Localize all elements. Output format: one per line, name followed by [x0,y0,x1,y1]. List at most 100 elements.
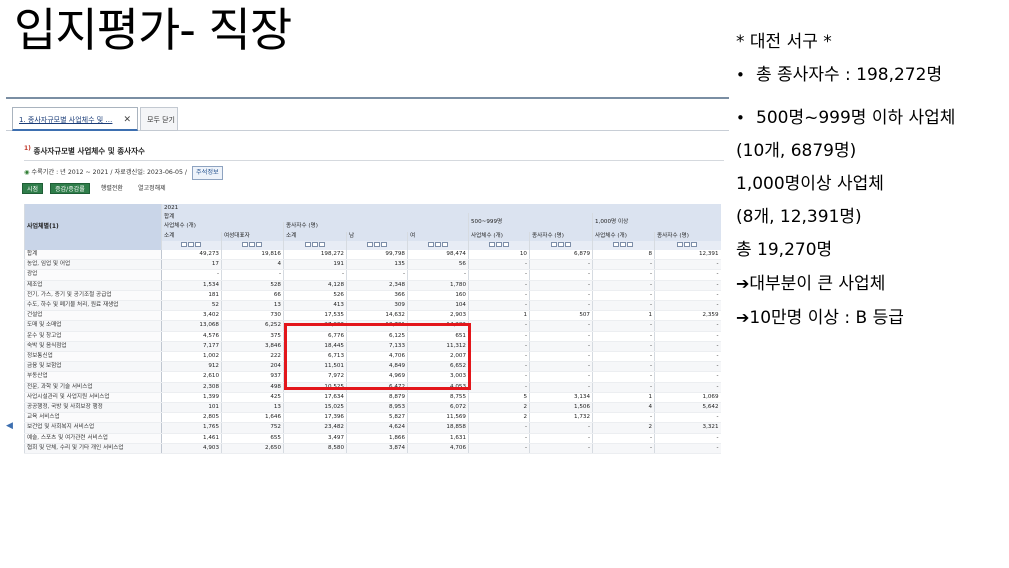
table-cell: 526 [283,290,347,302]
close-icon[interactable]: ✕ [123,108,131,132]
table-cell: 135 [346,259,408,271]
notes-conclusion: ➔대부분이 큰 사업체 [736,274,886,294]
table-cell: 8,953 [346,402,408,414]
sort-toggle-icon[interactable] [373,241,380,247]
sort-toggle-icon[interactable] [434,241,441,247]
table-cell: 5 [468,392,530,404]
sort-toggle-icon[interactable] [557,241,564,247]
sort-toggle-icon[interactable] [488,241,495,247]
table-cell: 1,780 [407,280,469,291]
table-cell: - [529,259,593,271]
table-row: 공공행정, 국방 및 사회보장 행정 101 13 15,025 8,953 6,072 2… [24,402,721,414]
worker-count-header: 종사자수 (명) [283,222,469,232]
column-sort-controls[interactable] [221,240,284,251]
sort-toggle-icon[interactable] [441,241,448,247]
table-cell: - [468,341,530,353]
column-sort-controls[interactable] [468,240,530,251]
sort-toggle-icon[interactable] [495,241,502,247]
column-sort-controls[interactable] [592,240,655,251]
table-cell: - [592,290,655,302]
sort-toggle-icon[interactable] [550,241,557,247]
table-cell: 2 [468,402,530,414]
sort-toggle-icon[interactable] [380,241,387,247]
table-cell: 4,706 [407,443,469,455]
table-cell: - [653,412,721,424]
info-icon: ◉ [24,169,30,176]
sort-toggle-icon[interactable] [311,241,318,247]
table-cell: 3,321 [653,422,721,434]
table-cell: 17,535 [283,310,347,322]
table-cell: 507 [529,310,593,322]
sort-toggle-icon[interactable] [677,241,684,247]
sort-toggle-icon[interactable] [427,241,434,247]
scroll-left-icon[interactable]: ◀ [6,421,13,431]
sort-toggle-icon[interactable] [620,241,626,247]
table-cell: - [529,290,593,302]
notes-grade: ➔10만명 이상 : B 등급 [736,308,904,328]
table-cell: 413 [283,300,347,312]
row-label: 정보통신업 [24,351,162,363]
table-cell: - [529,443,593,455]
table-row: 전기, 가스, 증기 및 공기조절 공급업 181 66 526 366 160- - - - [24,290,721,302]
sort-toggle-icon[interactable] [564,241,571,247]
slide-title: 입지평가- 직장 [14,3,292,57]
group-1000-plus-header: 1,000명 이상 [591,213,721,232]
row-dimension-header[interactable]: 사업체별(1) [24,204,162,251]
swap-rows-columns-button[interactable]: 행렬전환 [97,183,127,194]
sort-toggle-icon[interactable] [256,241,262,247]
table-cell: 204 [221,361,284,373]
table-cell: 2,805 [161,412,222,424]
sort-toggle-icon[interactable] [242,241,248,247]
table-cell: 13 [221,402,284,414]
sort-toggle-icon[interactable] [502,241,509,247]
sort-toggle-icon[interactable] [195,241,201,247]
table-cell: 498 [221,382,284,393]
tab-stats-table[interactable]: 1. 종사자규모별 사업체수 및 … ✕ [12,107,138,131]
sort-toggle-icon[interactable] [627,241,633,247]
column-sort-controls[interactable] [283,240,347,251]
sort-toggle-icon[interactable] [318,241,325,247]
table-cell: 101 [161,402,222,414]
table-cell: 5,642 [653,402,721,414]
table-row: 농업, 임업 및 어업 17 4 191 135 56- - - - [24,259,721,271]
row-label: 전문, 과학 및 기술 서비스업 [24,382,162,393]
sort-toggle-icon[interactable] [249,241,255,247]
embedded-stats-screenshot: 1. 종사자규모별 사업체수 및 … ✕ 모두 닫기 1) 종사자규모별 사업체… [6,97,729,489]
table-cell: - [529,280,593,291]
table-row: 사업시설관리 및 사업지원 서비스업 1,399 425 17,634 8,879 8,7… [24,392,721,404]
note-info-button[interactable]: 주석정보 [191,166,223,180]
table-cell: 160 [407,290,469,302]
col-biz-count: 사업체수 (개) [592,231,655,241]
col-worker-count: 종사자수 (명) [529,231,593,241]
table-cell: - [592,443,655,455]
close-all-tabs-button[interactable]: 모두 닫기 [140,107,178,131]
table-row: 광업 - - - - - - - - - [24,269,721,281]
sort-toggle-icon[interactable] [684,241,691,247]
table-cell: - [592,361,655,373]
column-sort-controls[interactable] [653,240,721,251]
unfreeze-columns-button[interactable]: 열고정해제 [134,183,170,194]
table-cell: 3,497 [283,433,347,444]
column-sort-controls[interactable] [346,240,408,251]
time-button[interactable]: 시점 [22,183,44,194]
sort-toggle-icon[interactable] [366,241,373,247]
sort-toggle-icon[interactable] [613,241,619,247]
sort-toggle-icon[interactable] [691,241,698,247]
table-cell: - [653,341,721,353]
column-sort-controls[interactable] [407,240,469,251]
table-cell: 4,903 [161,443,222,455]
growth-rate-button[interactable]: 증감/증감률 [50,183,90,194]
table-cell: - [161,269,222,281]
sort-toggle-icon[interactable] [188,241,194,247]
table-cell: 6,072 [407,402,469,414]
column-sort-controls[interactable] [161,240,222,251]
table-cell: 1,631 [407,433,469,444]
column-sort-controls[interactable] [529,240,593,251]
col-female-rep: 여성대표자 [221,231,284,241]
sort-toggle-icon[interactable] [181,241,187,247]
sort-toggle-icon[interactable] [304,241,311,247]
arrow-right-icon: ➔ [736,274,750,293]
table-cell: - [653,280,721,291]
table-cell: 375 [221,331,284,342]
table-cell: - [592,412,655,424]
